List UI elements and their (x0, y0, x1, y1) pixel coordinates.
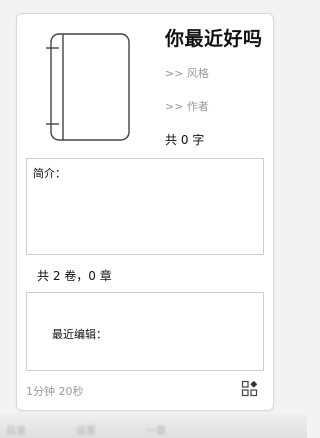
bottom-tab-1[interactable]: 目录 (6, 422, 26, 437)
elapsed-time: 1分钟 20秒 (26, 385, 84, 398)
book-title[interactable]: 你最近好吗 (165, 24, 263, 51)
style-link[interactable]: >> 风格 (165, 65, 209, 81)
recent-edit-box[interactable]: 最近编辑： (26, 292, 264, 371)
word-count: 共 0 字 (165, 133, 205, 147)
bottom-tab-2[interactable]: 设置 (76, 422, 96, 437)
intro-label: 简介： (33, 167, 66, 180)
bottom-tab-bar: 目录 设置 一章 (0, 414, 307, 438)
intro-box[interactable]: 简介： (26, 158, 264, 255)
book-card[interactable]: 你最近好吗 >> 风格 >> 作者 共 0 字 简介： 共 2 卷，0 章 最近… (16, 13, 274, 411)
book-cover-icon (46, 33, 130, 141)
volumes-chapters-count: 共 2 卷，0 章 (37, 269, 112, 283)
recent-edit-label: 最近编辑： (52, 328, 107, 341)
page: 你最近好吗 >> 风格 >> 作者 共 0 字 简介： 共 2 卷，0 章 最近… (0, 0, 307, 438)
bottom-tab-3[interactable]: 一章 (146, 422, 166, 437)
author-link[interactable]: >> 作者 (165, 98, 209, 114)
grid-icon[interactable] (241, 380, 259, 398)
